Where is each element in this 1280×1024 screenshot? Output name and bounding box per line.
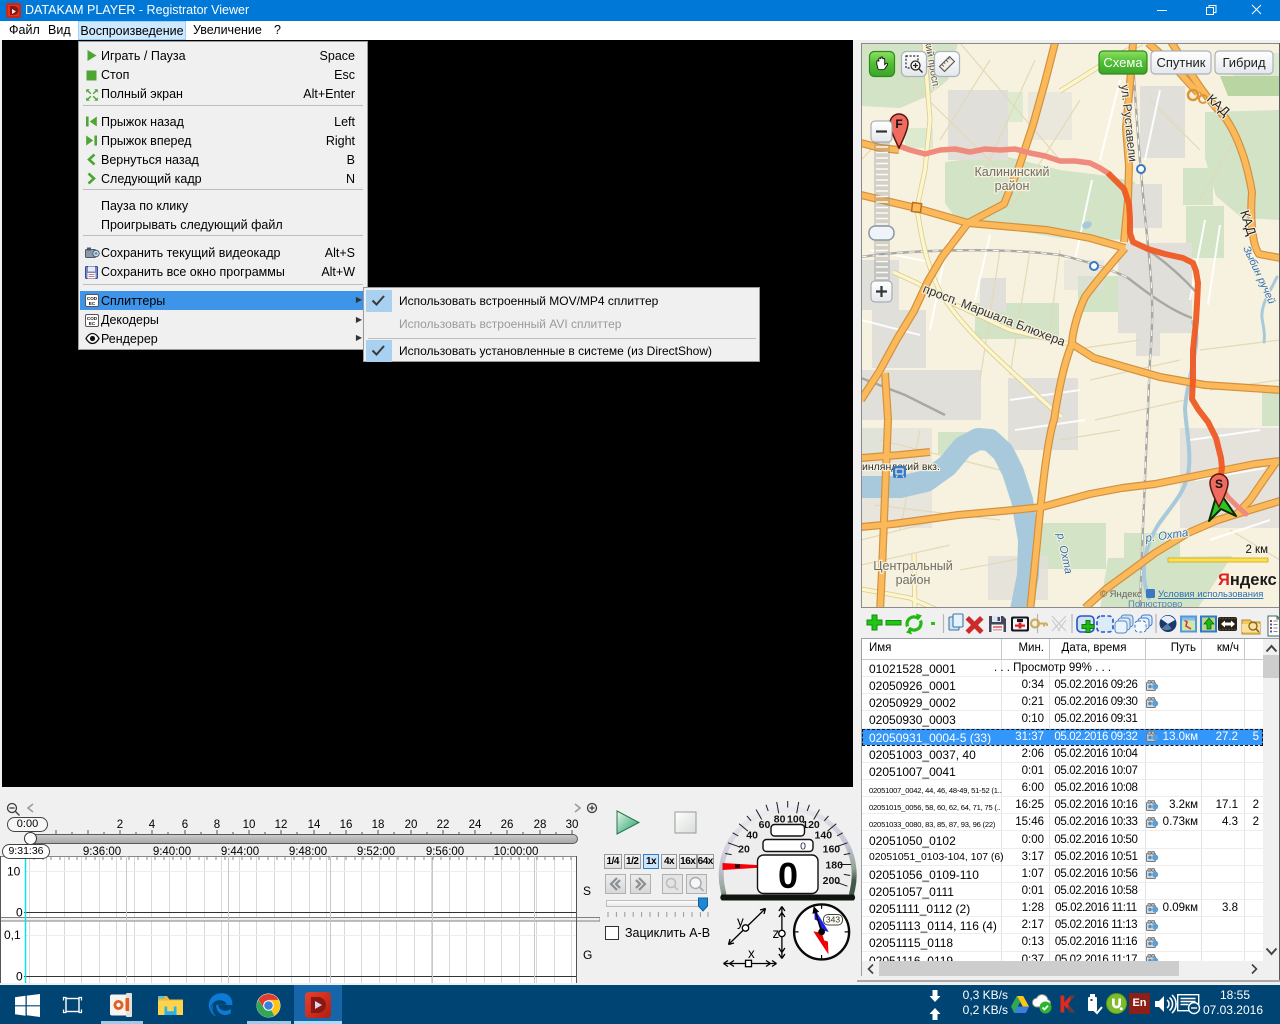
svg-text:24: 24 [469,819,482,831]
svg-text:x: x [748,946,755,961]
svg-text:район: район [896,573,931,587]
svg-text:140: 140 [815,829,833,841]
svg-text:160: 160 [823,843,841,855]
svg-text:10: 10 [243,819,256,831]
svg-text:180: 180 [825,859,843,871]
svg-text:80: 80 [774,814,786,826]
svg-text:0: 0 [800,841,806,853]
svg-text:16: 16 [340,819,353,831]
svg-text:Гибрид: Гибрид [1222,55,1266,70]
svg-text:60: 60 [759,819,771,831]
svg-text:Полюстрово: Полюстрово [1128,599,1182,608]
svg-text:6: 6 [182,819,188,831]
svg-text:Схема: Схема [1103,55,1143,70]
svg-text:14: 14 [308,819,321,831]
svg-text:G: G [583,948,592,962]
svg-text:2 км: 2 км [1245,544,1268,556]
svg-text:4: 4 [149,819,156,831]
svg-text:18: 18 [372,819,385,831]
svg-text:8: 8 [214,819,220,831]
svg-text:район: район [995,179,1030,193]
svg-text:343: 343 [826,915,840,925]
svg-text:EC: EC [89,301,96,306]
svg-text:10: 10 [7,865,21,879]
svg-text:0: 0 [16,906,23,920]
svg-text:0,1: 0,1 [4,928,21,942]
svg-text:22: 22 [437,819,450,831]
svg-text:40: 40 [746,829,758,841]
svg-text:Центральный: Центральный [873,559,952,573]
svg-text:S: S [1215,477,1223,491]
svg-text:2: 2 [117,819,123,831]
svg-text:20: 20 [738,843,750,855]
svg-text:0: 0 [16,970,23,984]
svg-text:y: y [737,914,744,929]
svg-text:Яндекс: Яндекс [1218,571,1277,589]
svg-text:0: 0 [778,855,798,896]
svg-text:200: 200 [823,875,841,887]
svg-text:26: 26 [501,819,514,831]
svg-text:Спутник: Спутник [1156,55,1205,70]
svg-text:20: 20 [405,819,418,831]
svg-text:z: z [773,926,780,941]
svg-text:30: 30 [566,819,579,831]
svg-text:28: 28 [534,819,547,831]
svg-text:F: F [895,117,902,131]
svg-text:EC: EC [89,321,96,326]
svg-text:12: 12 [275,819,288,831]
svg-text:S: S [583,884,591,898]
svg-text:Калининский: Калининский [975,165,1050,179]
